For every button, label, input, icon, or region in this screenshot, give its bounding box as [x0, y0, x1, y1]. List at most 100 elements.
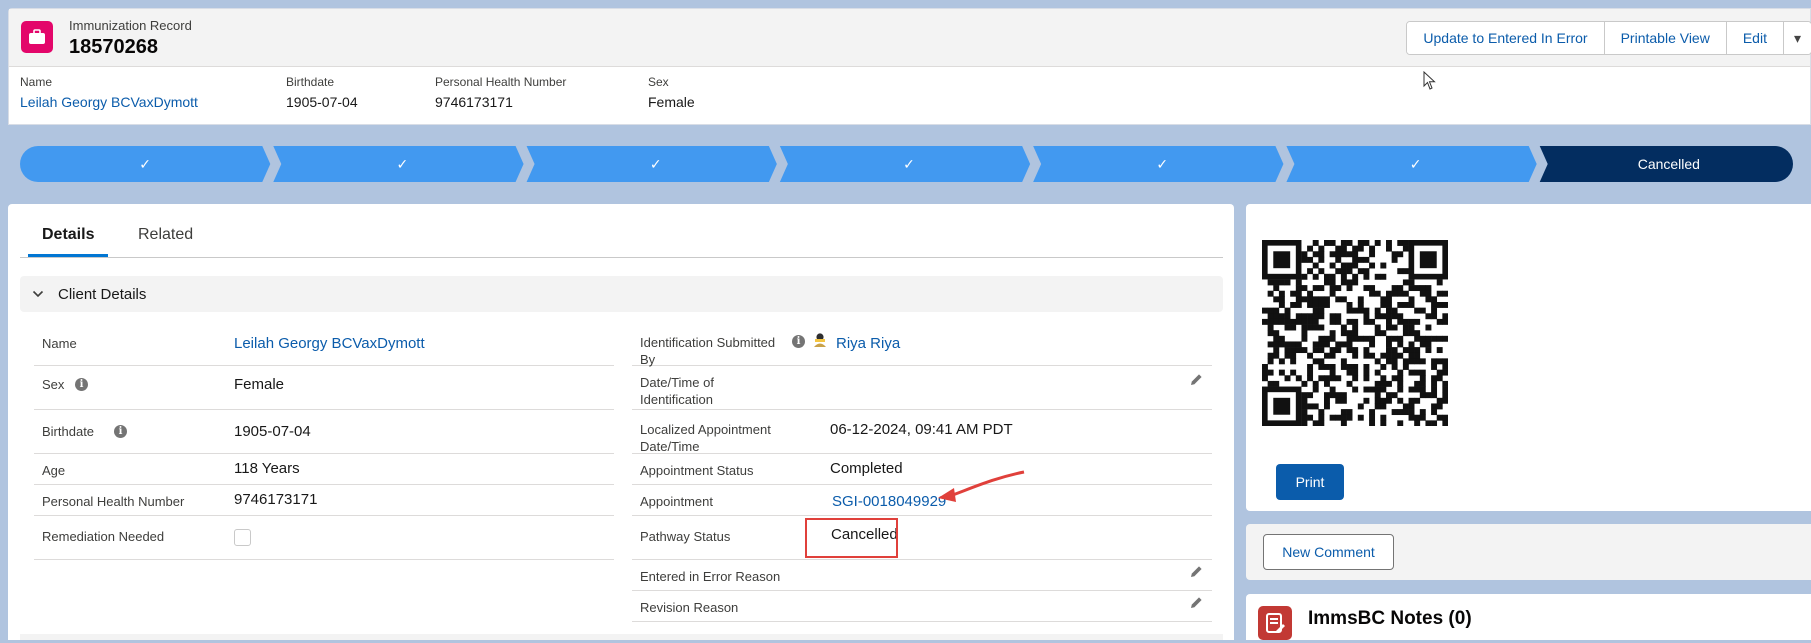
details-card: Details Related Client Details Name Leil…: [8, 204, 1234, 640]
field-row-remediation: Remediation Needed: [34, 516, 614, 560]
field-row-sex: Sex i Female: [34, 366, 614, 410]
record-title: 18570268: [69, 36, 158, 58]
printable-view-button[interactable]: Printable View: [1604, 22, 1727, 54]
field-value-name-link[interactable]: Leilah Georgy BCVaxDymott: [234, 335, 425, 352]
chevron-down-icon: [32, 290, 44, 298]
update-entered-in-error-button[interactable]: Update to Entered In Error: [1407, 22, 1605, 54]
field-row-entered-in-error-reason: Entered in Error Reason: [632, 560, 1212, 591]
field-row-localized-appointment: Localized Appointment Date/Time 06-12-20…: [632, 410, 1212, 454]
highlight-name-link[interactable]: Leilah Georgy BCVaxDymott: [20, 94, 198, 110]
field-label-identification-submitted: Identification Submitted By: [640, 334, 775, 368]
highlight-birthdate-value: 1905-07-04: [286, 94, 358, 110]
new-comment-button[interactable]: New Comment: [1263, 534, 1394, 570]
header-action-group: Update to Entered In Error Printable Vie…: [1406, 21, 1811, 55]
annotation-arrow-icon: [938, 470, 1025, 502]
field-row-appointment: Appointment SGI-0018049929: [632, 485, 1212, 516]
field-value-appointment-link[interactable]: SGI-0018049929: [832, 493, 946, 510]
highlight-phn: Personal Health Number 9746173171: [435, 75, 566, 110]
path-step-complete[interactable]: [779, 146, 1031, 182]
field-row-birthdate: Birthdate i 1905-07-04: [34, 410, 614, 454]
field-value-identification-submitted-link[interactable]: Riya Riya: [836, 335, 900, 352]
path-step-complete[interactable]: [1286, 146, 1537, 182]
path-step-complete[interactable]: [1033, 146, 1284, 182]
object-type-label: Immunization Record: [69, 18, 192, 33]
field-label-appointment: Appointment: [640, 494, 713, 509]
field-value-localized-appointment: 06-12-2024, 09:41 AM PDT: [830, 421, 1013, 438]
highlight-name: Name Leilah Georgy BCVaxDymott: [20, 75, 198, 110]
comments-card: New Comment: [1246, 524, 1811, 580]
highlight-phn-label: Personal Health Number: [435, 75, 567, 89]
field-row-name: Name Leilah Georgy BCVaxDymott: [34, 322, 614, 366]
pencil-icon[interactable]: [1190, 596, 1203, 609]
field-value-sex: Female: [234, 376, 285, 393]
tab-related[interactable]: Related: [124, 226, 207, 254]
briefcase-icon: [21, 21, 53, 53]
field-row-appointment-status: Appointment Status Completed: [632, 454, 1212, 485]
info-icon[interactable]: i: [75, 378, 88, 391]
field-label-pathway-status: Pathway Status: [640, 529, 731, 544]
field-label-name: Name: [42, 336, 77, 351]
label-line: Date/Time of: [640, 375, 714, 390]
field-label-remediation: Remediation Needed: [42, 529, 165, 544]
record-tabs: Details Related: [20, 204, 1223, 258]
notes-card: ImmsBC Notes (0): [1246, 594, 1811, 640]
highlight-sex-value: Female: [648, 94, 695, 110]
field-label-revision-reason: Revision Reason: [640, 600, 739, 615]
field-label-appointment-status: Appointment Status: [640, 463, 754, 478]
path-step-current[interactable]: [1539, 146, 1793, 182]
field-label-sex: Sex: [42, 377, 65, 392]
tab-details[interactable]: Details: [28, 226, 109, 257]
highlight-birthdate: Birthdate 1905-07-04: [286, 75, 358, 110]
edit-button[interactable]: Edit: [1726, 22, 1784, 54]
field-value-age: 118 Years: [234, 460, 300, 477]
remediation-checkbox[interactable]: [234, 529, 251, 546]
field-label-localized-appointment: Localized Appointment Date/Time: [640, 421, 771, 455]
label-line: Date/Time: [640, 439, 700, 454]
next-section-header: [20, 634, 1223, 640]
more-actions-chevron-down-icon[interactable]: ▾: [1783, 22, 1811, 54]
info-icon[interactable]: i: [114, 425, 127, 438]
pencil-icon[interactable]: [1190, 373, 1203, 386]
path-step-complete[interactable]: [526, 146, 777, 182]
qr-code-card: Print: [1246, 204, 1811, 511]
record-header-top: Immunization Record 18570268 Update to E…: [9, 9, 1811, 67]
field-label-entered-in-error-reason: Entered in Error Reason: [640, 569, 781, 584]
field-row-pathway-status: Pathway Status Cancelled: [632, 516, 1212, 560]
field-value-appointment-status: Completed: [830, 460, 903, 477]
info-icon[interactable]: i: [792, 335, 805, 348]
highlight-phn-value: 9746173171: [435, 94, 513, 110]
field-row-phn: Personal Health Number 9746173171: [34, 485, 614, 516]
highlight-name-label: Name: [20, 75, 53, 89]
label-line: Localized Appointment: [640, 422, 771, 437]
status-path-chevrons: [20, 146, 1793, 182]
field-row-age: Age 118 Years: [34, 454, 614, 485]
label-line: Identification: [640, 392, 713, 407]
field-label-datetime-identification: Date/Time of Identification: [640, 374, 714, 408]
qr-code-image: [1262, 240, 1448, 426]
field-label-phn: Personal Health Number: [42, 494, 185, 509]
notes-title: ImmsBC Notes (0): [1308, 608, 1472, 629]
field-label-birthdate: Birthdate: [42, 424, 95, 439]
field-row-revision-reason: Revision Reason: [632, 591, 1212, 622]
path-step-complete[interactable]: [20, 146, 271, 182]
status-path: ✓ ✓ ✓ ✓ ✓ ✓ Cancelled: [20, 146, 1793, 182]
client-details-section-title: Client Details: [58, 286, 147, 303]
client-details-section-toggle[interactable]: Client Details: [20, 276, 1223, 312]
field-row-identification-submitted: Identification Submitted By i Riya Riya: [632, 322, 1212, 368]
notes-icon: [1258, 606, 1292, 640]
pencil-icon[interactable]: [1190, 565, 1203, 578]
user-avatar-icon: [814, 333, 826, 347]
mouse-cursor-icon: [1423, 71, 1436, 90]
record-header: Immunization Record 18570268 Update to E…: [8, 8, 1811, 125]
label-line: Identification Submitted: [640, 335, 776, 350]
highlight-birthdate-label: Birthdate: [286, 75, 335, 89]
field-row-datetime-identification: Date/Time of Identification: [632, 366, 1212, 410]
path-step-complete[interactable]: [273, 146, 524, 182]
annotation-highlight-box: [805, 518, 898, 558]
field-value-phn: 9746173171: [234, 491, 318, 508]
field-label-age: Age: [42, 463, 66, 478]
print-button[interactable]: Print: [1276, 464, 1344, 500]
highlight-sex-label: Sex: [648, 75, 669, 89]
highlight-sex: Sex Female: [648, 75, 695, 110]
field-value-birthdate: 1905-07-04: [234, 423, 311, 440]
